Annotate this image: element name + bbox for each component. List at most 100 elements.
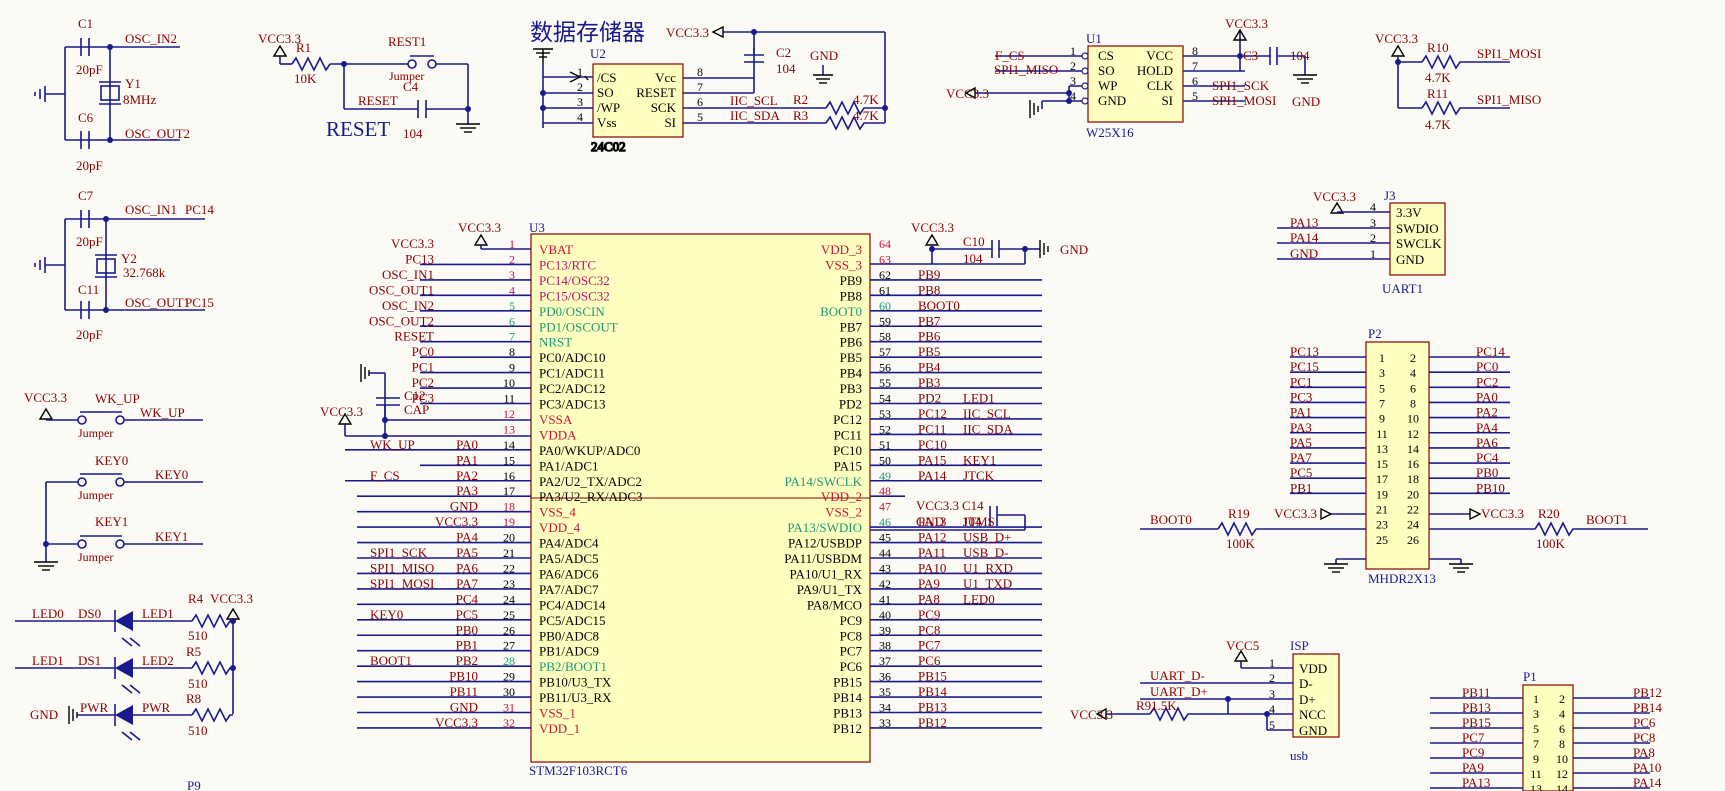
u3-right-net: PB13: [918, 700, 947, 715]
u3-right-pin-name: PB12: [833, 721, 862, 736]
u3-left-pin-name: VDD_4: [539, 520, 581, 535]
u3-left-pin-name: PA7/ADC7: [539, 582, 599, 597]
u1-gnd: GND: [1292, 94, 1320, 109]
u3-left-pin-name: PC14/OSC32: [539, 273, 610, 288]
key-switches: VCC3.3 WK_UP Jumper WK_UP KEY0 Jumper KE…: [24, 390, 203, 571]
u3-right-pin-name: PC8: [840, 628, 862, 643]
u3-right-pin-num: 50: [879, 453, 891, 467]
r2-value: 4.7K: [853, 92, 879, 107]
u3-vdd2-vcc: VCC3.3: [916, 498, 959, 513]
u3-right-ext-net: JTMS: [963, 514, 995, 529]
u3-right-net: PC9: [918, 607, 940, 622]
p2-right-net: PC0: [1476, 359, 1498, 374]
pwr-ref: PWR: [80, 700, 109, 715]
u3-left-net: PB0: [456, 622, 478, 637]
u3-vdd3-vcc: VCC3.3: [911, 220, 954, 235]
p2-pin-num: 8: [1410, 396, 1416, 410]
u3-right-ext-net: IIC_SDA: [963, 421, 1013, 436]
u3-right-pin-num: 43: [879, 561, 891, 575]
p1-pin-num: 1: [1533, 692, 1539, 706]
u3-right-net: PA8: [918, 591, 940, 606]
u3-left-pin-num: 19: [503, 515, 515, 529]
isp-pin-name: GND: [1299, 723, 1327, 738]
u2-pin-name: SO: [597, 85, 614, 100]
p2-left-net: PA3: [1290, 420, 1312, 435]
u3-right-pin-num: 51: [879, 438, 891, 452]
u3-right-pin-num: 34: [879, 701, 891, 715]
r9-value: 1.5K: [1151, 698, 1177, 713]
u3-vbat-vcc: VCC3.3: [458, 220, 501, 235]
p2-left-net: PB1: [1290, 480, 1312, 495]
y2-label: Y2: [121, 251, 137, 266]
r3-label: R3: [793, 108, 808, 123]
u1-pin-name: SI: [1161, 93, 1173, 108]
r5-label: R5: [186, 644, 201, 659]
j3-pin-name: SWDIO: [1396, 221, 1439, 236]
net-iic-sda: IIC_SDA: [730, 108, 780, 123]
j3-pin-name: GND: [1396, 252, 1424, 267]
j3-pin-num: 3: [1370, 216, 1376, 230]
r19-label: R19: [1228, 506, 1250, 521]
u3-left-pin-num: 2: [509, 252, 515, 266]
u3-right-pin-name: PC12: [833, 412, 862, 427]
p2-pin-num: 23: [1376, 518, 1388, 532]
u1-pin-name: WP: [1098, 78, 1118, 93]
led1-part: LED1: [142, 606, 174, 621]
p2-pin-num: 10: [1407, 412, 1419, 426]
u3-right-net: PB6: [918, 329, 941, 344]
p2-vcc-left: VCC3.3: [1274, 506, 1317, 521]
p1-pin-num: 7: [1533, 737, 1539, 751]
net-key1: KEY1: [155, 529, 188, 544]
j3-pin-name: SWCLK: [1396, 236, 1442, 251]
u1-pin-num: 8: [1192, 44, 1198, 58]
c4-label: C4: [403, 79, 419, 94]
u3-right-pin-name: PD2: [839, 397, 862, 412]
u3-left-net: PC0: [412, 344, 434, 359]
u3-right-pin-name: PB8: [840, 288, 862, 303]
r8-label: R8: [186, 691, 201, 706]
r10-value: 4.7K: [1425, 70, 1451, 85]
u3-left-pin-name: VBAT: [539, 242, 573, 257]
reset-vcc: VCC3.3: [258, 31, 301, 46]
u3-right-pin-name: PA9/U1_TX: [797, 582, 863, 597]
key0-jumper: Jumper: [78, 488, 113, 502]
isp-vcc33: VCC3.3: [1070, 707, 1113, 722]
isp-pin-num: 4: [1269, 702, 1275, 716]
isp-pin-name: D-: [1299, 676, 1313, 691]
p1-pin-num: 6: [1559, 722, 1565, 736]
u1-part: W25X16: [1086, 125, 1134, 140]
p1-right-net: PC6: [1633, 715, 1656, 730]
r2-label: R2: [793, 92, 808, 107]
u3-left-pin-name: PA5/ADC5: [539, 551, 598, 566]
p2-right-net: PA6: [1476, 435, 1498, 450]
c2-label: C2: [776, 45, 791, 60]
u3-right-pin-name: PB6: [840, 335, 863, 350]
u3-left-pin-num: 28: [503, 654, 515, 668]
u3-right-net: PA11: [918, 545, 946, 560]
schematic-canvas: C1 20pF Y1 8MHz OSC_IN2 C6 OSC_OUT2 20pF…: [15, 16, 1662, 791]
u3-right-pin-num: 42: [879, 577, 891, 591]
p2-left-net: PC5: [1290, 465, 1312, 480]
pullup-vcc: VCC3.3: [1375, 31, 1418, 46]
net-uart-d-minus: UART_D-: [1150, 668, 1205, 683]
u3-left-pin-name: PB2/BOOT1: [539, 659, 607, 674]
u3-left-net: PC4: [456, 591, 479, 606]
u3-left-net: OSC_IN2: [382, 298, 434, 313]
u3-right-net: PC12: [918, 406, 947, 421]
p2-pin-num: 20: [1407, 487, 1419, 501]
u3-left-pin-name: PD0/OSCIN: [539, 304, 605, 319]
u3-right-pin-num: 63: [879, 252, 891, 266]
u3-right-net: PA13: [918, 514, 946, 529]
p2-right-net: PB0: [1476, 465, 1498, 480]
u3-left-net: OSC_IN1: [382, 267, 434, 282]
net-osc-in1: OSC_IN1: [125, 202, 177, 217]
u3-left-pin-name: PB0/ADC8: [539, 628, 599, 643]
r4-value: 510: [188, 628, 208, 643]
net-osc-out2: OSC_OUT2: [125, 126, 190, 141]
u3-left-pin-num: 3: [509, 268, 515, 282]
u3-right-pin-num: 45: [879, 531, 891, 545]
isp-pin-name: D+: [1299, 692, 1316, 707]
u3-left-net: PA3: [456, 483, 478, 498]
p2-pin-num: 6: [1410, 381, 1416, 395]
u3-left-pin-num: 17: [503, 484, 515, 498]
